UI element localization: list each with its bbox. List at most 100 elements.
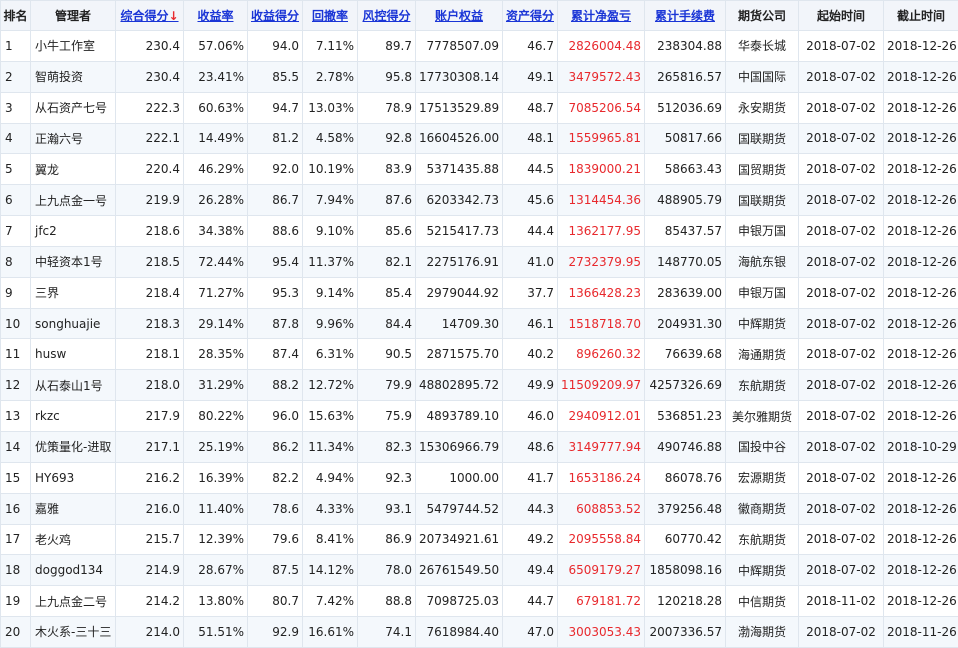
account-equity: 14709.30 (416, 308, 503, 339)
broker-name: 申银万国 (726, 216, 799, 247)
asset-score: 37.7 (503, 277, 558, 308)
broker-name: 宏源期货 (726, 462, 799, 493)
composite-score: 222.1 (116, 123, 184, 154)
end-date: 2018-12-26 (884, 586, 958, 617)
return-rate: 28.35% (184, 339, 248, 370)
return-rate: 28.67% (184, 555, 248, 586)
header-net-pl[interactable]: 累计净盈亏 (558, 1, 645, 31)
end-date: 2018-12-26 (884, 92, 958, 123)
manager-name: rkzc (31, 401, 116, 432)
rank-cell: 2 (1, 61, 31, 92)
net-profit-loss: 679181.72 (558, 586, 645, 617)
rank-cell: 7 (1, 216, 31, 247)
header-return-score[interactable]: 收益得分 (248, 1, 303, 31)
table-row: 16嘉雅216.011.40%78.64.33%93.15479744.5244… (1, 493, 958, 524)
composite-score: 218.6 (116, 216, 184, 247)
manager-name: songhuajie (31, 308, 116, 339)
composite-score: 216.2 (116, 462, 184, 493)
asset-score: 48.6 (503, 431, 558, 462)
composite-score: 218.5 (116, 246, 184, 277)
return-score: 92.9 (248, 617, 303, 648)
account-equity: 2979044.92 (416, 277, 503, 308)
table-row: 17老火鸡215.712.39%79.68.41%86.920734921.61… (1, 524, 958, 555)
risk-score: 95.8 (358, 61, 416, 92)
net-profit-loss: 608853.52 (558, 493, 645, 524)
header-composite-score[interactable]: 综合得分↓ (116, 1, 184, 31)
risk-score: 84.4 (358, 308, 416, 339)
manager-name: jfc2 (31, 216, 116, 247)
header-fees[interactable]: 累计手续费 (645, 1, 726, 31)
cumulative-fees: 283639.00 (645, 277, 726, 308)
rank-cell: 13 (1, 401, 31, 432)
header-rank: 排名 (1, 1, 31, 31)
end-date: 2018-12-26 (884, 555, 958, 586)
header-risk-score[interactable]: 风控得分 (358, 1, 416, 31)
table-row: 6上九点金一号219.926.28%86.77.94%87.66203342.7… (1, 185, 958, 216)
cumulative-fees: 490746.88 (645, 431, 726, 462)
manager-name: 嘉雅 (31, 493, 116, 524)
broker-name: 海通期货 (726, 339, 799, 370)
return-score: 79.6 (248, 524, 303, 555)
table-row: 14优策量化-进取217.125.19%86.211.34%82.3153069… (1, 431, 958, 462)
account-equity: 26761549.50 (416, 555, 503, 586)
drawdown-rate: 8.41% (303, 524, 358, 555)
return-score: 88.2 (248, 370, 303, 401)
composite-score: 219.9 (116, 185, 184, 216)
header-drawdown[interactable]: 回撤率 (303, 1, 358, 31)
rank-cell: 5 (1, 154, 31, 185)
broker-name: 国联期货 (726, 123, 799, 154)
account-equity: 5215417.73 (416, 216, 503, 247)
drawdown-rate: 14.12% (303, 555, 358, 586)
risk-score: 78.0 (358, 555, 416, 586)
return-score: 85.5 (248, 61, 303, 92)
risk-score: 92.8 (358, 123, 416, 154)
cumulative-fees: 86078.76 (645, 462, 726, 493)
rank-cell: 17 (1, 524, 31, 555)
drawdown-rate: 13.03% (303, 92, 358, 123)
return-rate: 51.51% (184, 617, 248, 648)
composite-score: 215.7 (116, 524, 184, 555)
table-row: 1小牛工作室230.457.06%94.07.11%89.77778507.09… (1, 31, 958, 62)
return-score: 86.7 (248, 185, 303, 216)
return-score: 96.0 (248, 401, 303, 432)
asset-score: 48.7 (503, 92, 558, 123)
net-profit-loss: 2095558.84 (558, 524, 645, 555)
account-equity: 17730308.14 (416, 61, 503, 92)
risk-score: 75.9 (358, 401, 416, 432)
return-rate: 71.27% (184, 277, 248, 308)
drawdown-rate: 11.37% (303, 246, 358, 277)
composite-score: 218.1 (116, 339, 184, 370)
header-equity[interactable]: 账户权益 (416, 1, 503, 31)
start-date: 2018-07-02 (799, 339, 884, 370)
rank-cell: 19 (1, 586, 31, 617)
risk-score: 93.1 (358, 493, 416, 524)
drawdown-rate: 4.58% (303, 123, 358, 154)
composite-score: 218.4 (116, 277, 184, 308)
account-equity: 15306966.79 (416, 431, 503, 462)
account-equity: 7098725.03 (416, 586, 503, 617)
rank-cell: 12 (1, 370, 31, 401)
net-profit-loss: 1366428.23 (558, 277, 645, 308)
broker-name: 国投中谷 (726, 431, 799, 462)
start-date: 2018-07-02 (799, 61, 884, 92)
end-date: 2018-12-26 (884, 277, 958, 308)
asset-score: 46.1 (503, 308, 558, 339)
account-equity: 4893789.10 (416, 401, 503, 432)
asset-score: 44.3 (503, 493, 558, 524)
header-asset-score[interactable]: 资产得分 (503, 1, 558, 31)
cumulative-fees: 238304.88 (645, 31, 726, 62)
risk-score: 74.1 (358, 617, 416, 648)
manager-name: 正瀚六号 (31, 123, 116, 154)
table-row: 19上九点金二号214.213.80%80.77.42%88.87098725.… (1, 586, 958, 617)
header-broker: 期货公司 (726, 1, 799, 31)
manager-name: doggod134 (31, 555, 116, 586)
broker-name: 渤海期货 (726, 617, 799, 648)
end-date: 2018-10-29 (884, 431, 958, 462)
asset-score: 40.2 (503, 339, 558, 370)
asset-score: 41.7 (503, 462, 558, 493)
table-row: 15HY693216.216.39%82.24.94%92.31000.0041… (1, 462, 958, 493)
header-return-rate[interactable]: 收益率 (184, 1, 248, 31)
rank-cell: 14 (1, 431, 31, 462)
header-composite-label: 综合得分 (120, 9, 168, 23)
return-score: 95.4 (248, 246, 303, 277)
